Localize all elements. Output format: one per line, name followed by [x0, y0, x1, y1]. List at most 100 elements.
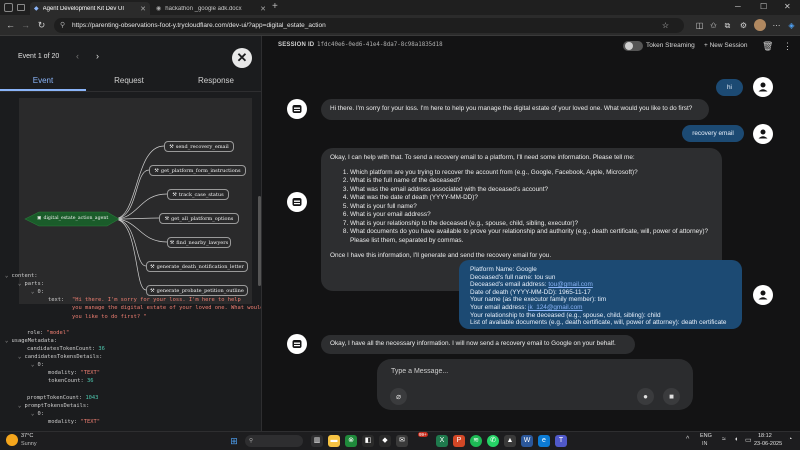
tab-response[interactable]: Response	[173, 76, 259, 85]
prev-event-icon[interactable]: ‹	[76, 51, 79, 61]
copilot-icon[interactable]: ◈	[786, 20, 797, 31]
json-string: "model"	[46, 329, 70, 336]
collapse-icon[interactable]: ⌄	[18, 354, 21, 360]
person-icon	[758, 129, 768, 139]
minimize-icon[interactable]: ─	[735, 2, 741, 11]
wifi-icon[interactable]: ≈	[722, 436, 726, 443]
back-icon[interactable]: ←	[4, 19, 17, 32]
favorites-icon[interactable]: ✩	[708, 20, 719, 31]
event-header: Event 1 of 20 ‹ ›	[0, 36, 261, 78]
email-link[interactable]: jk_124@gmail.com	[528, 304, 582, 311]
message-input[interactable]: Type a Message...	[391, 368, 448, 375]
bot-message-intro: Okay, I can help with that. To send a re…	[330, 154, 635, 161]
graph-tool-node[interactable]: ⚒ get_all_platform_options	[159, 213, 239, 224]
tool-node-label: get_platform_form_instructions	[160, 167, 241, 174]
wrench-icon: ⚒	[169, 239, 175, 246]
volume-icon[interactable]: ◖	[734, 436, 738, 443]
new-session-button[interactable]: + New Session	[704, 42, 748, 49]
collapse-icon[interactable]: ⌄	[5, 273, 8, 279]
tool-node-label: generate_death_notification_letter	[156, 263, 244, 270]
store-icon[interactable]: ◧	[362, 435, 374, 447]
next-event-icon[interactable]: ›	[96, 51, 99, 61]
tab-request[interactable]: Request	[86, 76, 172, 85]
list-item: What is your relationship to the decease…	[350, 220, 713, 229]
email-link[interactable]: tou@gmail.com	[548, 281, 593, 288]
collapse-icon[interactable]: ⌄	[5, 338, 8, 344]
collapse-icon[interactable]: ⌄	[31, 289, 34, 295]
mail-icon[interactable]: ✉	[396, 435, 408, 447]
close-tab-icon[interactable]: ✕	[260, 5, 266, 13]
graph-tool-node[interactable]: ⚒ send_recovery_email	[164, 141, 234, 152]
mic-button[interactable]: ●	[637, 388, 654, 405]
app-icon[interactable]: ◆	[379, 435, 391, 447]
collapse-icon[interactable]: ⌄	[18, 403, 21, 409]
graph-tool-node[interactable]: ⚒ generate_death_notification_letter	[146, 261, 248, 272]
tab-docx[interactable]: ◉ hackathon _google adk.docx ✕	[152, 2, 270, 15]
search-icon: ⚲	[249, 438, 254, 444]
xbox-icon[interactable]: ⊗	[345, 435, 357, 447]
event-counter: Event 1 of 20	[18, 53, 60, 60]
notifications-bell-icon[interactable]: ◔	[788, 436, 792, 443]
video-button[interactable]: ■	[663, 388, 680, 405]
graph-root-node[interactable]: ▣ digital_estate_action_agent	[37, 213, 117, 224]
star-icon[interactable]: ☆	[660, 20, 671, 31]
teams-icon[interactable]: T	[555, 435, 567, 447]
word-icon[interactable]: W	[521, 435, 533, 447]
tray-chevron-icon[interactable]: ^	[686, 436, 689, 443]
collapse-icon[interactable]: ⌄	[31, 362, 34, 368]
delete-icon[interactable]: 🗑	[762, 40, 773, 52]
collapse-icon[interactable]: ⌄	[18, 281, 21, 287]
browser-menu-icon[interactable]	[4, 3, 13, 12]
attach-button[interactable]: ⌀	[390, 388, 407, 405]
robot-icon: ▣	[37, 216, 42, 221]
battery-icon[interactable]: ▭	[745, 436, 752, 444]
collections-icon[interactable]: ⧉	[722, 20, 733, 31]
list-item: What documents do you have available to …	[350, 228, 713, 245]
close-tab-icon[interactable]: ✕	[140, 5, 146, 13]
taskbar-search[interactable]: ⚲	[245, 435, 303, 447]
windows-start-icon[interactable]: ⊞	[228, 435, 240, 447]
person-icon	[758, 290, 768, 300]
collapse-icon[interactable]: ⌄	[31, 411, 34, 417]
file-explorer-icon[interactable]: ▬	[328, 435, 340, 447]
tab-label: Agent Development Kit Dev UI	[42, 5, 124, 12]
profile-avatar[interactable]	[754, 19, 766, 31]
tab-event[interactable]: Event	[0, 76, 86, 85]
edge	[113, 218, 147, 267]
tab-adk-dev-ui[interactable]: ◆ Agent Development Kit Dev UI ✕	[30, 2, 150, 15]
close-window-icon[interactable]: ✕	[784, 2, 791, 11]
powerpoint-icon[interactable]: P	[453, 435, 465, 447]
whatsapp-icon[interactable]: ✆	[487, 435, 499, 447]
spotify-icon[interactable]: ≋	[470, 435, 482, 447]
new-tab-icon[interactable]: +	[272, 1, 278, 12]
clock-date: 23-06-2025	[754, 441, 783, 447]
extensions-icon[interactable]: ⚙	[738, 20, 749, 31]
panel-scrollbar[interactable]	[258, 196, 261, 286]
more-menu-icon[interactable]: ⋯	[771, 20, 782, 31]
more-vert-icon[interactable]: ⋮	[782, 40, 793, 52]
close-panel-button[interactable]: ✕	[232, 48, 252, 68]
site-info-icon[interactable]: ⚲	[60, 21, 65, 29]
graph-tool-node[interactable]: ⚒ track_case_status	[167, 189, 229, 200]
graph-tool-node[interactable]: ⚒ get_platform_form_instructions	[149, 165, 246, 176]
json-key: content:	[11, 273, 38, 279]
task-view-icon[interactable]: ▥	[311, 435, 323, 447]
tab-actions-icon[interactable]	[17, 4, 25, 11]
photos-icon[interactable]: ▲	[504, 435, 516, 447]
graph-tool-node[interactable]: ⚒ find_nearby_lawyers	[167, 237, 231, 248]
url-field[interactable]: ⚲ https://parenting-observations-foot-y.…	[54, 18, 684, 33]
split-screen-icon[interactable]: ◫	[694, 20, 705, 31]
language-code[interactable]: ENG	[700, 433, 712, 439]
refresh-icon[interactable]: ↻	[35, 19, 48, 32]
maximize-icon[interactable]: ☐	[760, 2, 767, 11]
json-string: you manage the digital estate of your lo…	[72, 305, 262, 312]
weather-sun-icon[interactable]	[6, 434, 18, 446]
edge-icon[interactable]: e	[538, 435, 550, 447]
clock-time[interactable]: 18:12	[758, 433, 772, 439]
excel-icon[interactable]: X	[436, 435, 448, 447]
url-text: https://parenting-observations-foot-y.tr…	[72, 22, 326, 29]
forward-icon[interactable]: →	[19, 19, 32, 32]
tool-node-label: send_recovery_email	[175, 143, 229, 150]
bot-message: Hi there. I'm sorry for your loss. I'm h…	[321, 99, 709, 120]
tool-node-label: find_nearby_lawyers	[176, 239, 229, 246]
